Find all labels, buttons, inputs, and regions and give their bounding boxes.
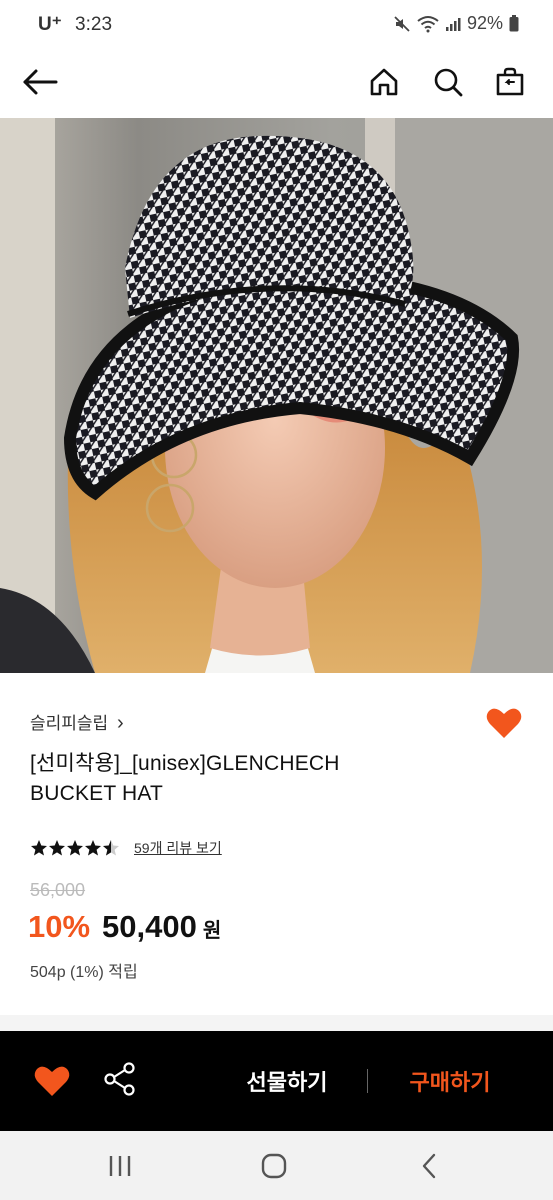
status-left: U⁺ 3:23 [38, 13, 112, 36]
app-header [0, 48, 553, 118]
battery-label: 92% [466, 13, 503, 33]
review-link[interactable]: 59개 리뷰 보기 [134, 838, 222, 858]
bottom-action-bar: 선물하기 구매하기 [0, 1031, 553, 1131]
recent-apps-icon [109, 1156, 131, 1176]
home-button[interactable] [362, 60, 406, 104]
search-icon [434, 68, 463, 97]
bottom-wishlist-button[interactable] [32, 1061, 72, 1101]
original-price: 56,000 [30, 880, 86, 900]
battery-icon [509, 15, 519, 32]
system-nav-bar [0, 1131, 553, 1200]
home-circle-icon [261, 1153, 287, 1179]
search-button[interactable] [426, 60, 470, 104]
rating-row: 59개 리뷰 보기 [30, 838, 222, 858]
arrow-left-icon [23, 69, 58, 95]
mute-icon [393, 15, 411, 33]
brand-name: 슬리피슬립 [30, 714, 109, 733]
back-button[interactable] [18, 60, 62, 104]
back-nav-button[interactable] [410, 1149, 450, 1183]
points-info: 504p (1%) 적립 [30, 964, 138, 981]
signal-icon [445, 16, 461, 32]
product-title: [선미착용]_[unisex]GLENCHECH BUCKET HAT [30, 749, 470, 809]
home-icon [370, 68, 398, 96]
product-info: 슬리피슬립 › [선미착용]_[unisex]GLENCHECH BUCKET … [0, 673, 553, 1015]
currency-label: 원 [202, 920, 222, 942]
carrier-label: U⁺ [38, 14, 62, 35]
status-right: 92% [393, 13, 519, 34]
sale-price: 50,400 [102, 909, 197, 944]
product-title-line2: BUCKET HAT [30, 782, 164, 805]
share-button[interactable] [102, 1061, 142, 1101]
button-separator [367, 1069, 368, 1093]
price-row: 10% 50,400 원 [28, 909, 221, 945]
share-icon [104, 1062, 135, 1096]
wifi-icon [417, 15, 439, 33]
wishlist-button[interactable] [484, 703, 524, 743]
recent-apps-button[interactable] [100, 1149, 140, 1183]
chevron-right-icon: › [116, 712, 124, 734]
shopping-bag-icon [496, 67, 524, 96]
section-divider [0, 1015, 553, 1031]
clock: 3:23 [75, 14, 113, 35]
brand-link[interactable]: 슬리피슬립 › [30, 709, 124, 735]
heart-icon [486, 708, 522, 738]
star-rating-icon [31, 840, 119, 856]
model-photo [0, 118, 553, 673]
buy-button[interactable]: 구매하기 [385, 1065, 515, 1097]
heart-icon [34, 1066, 70, 1096]
gift-button[interactable]: 선물하기 [222, 1065, 352, 1097]
cart-button[interactable] [488, 60, 532, 104]
product-title-line1: [선미착용]_[unisex]GLENCHECH [30, 752, 340, 775]
status-bar: U⁺ 3:23 92% [0, 0, 553, 48]
chevron-left-icon [422, 1153, 436, 1179]
home-nav-button[interactable] [254, 1149, 294, 1183]
discount-rate: 10% [28, 909, 91, 944]
rating-stars [30, 839, 120, 857]
product-image[interactable] [0, 118, 553, 673]
